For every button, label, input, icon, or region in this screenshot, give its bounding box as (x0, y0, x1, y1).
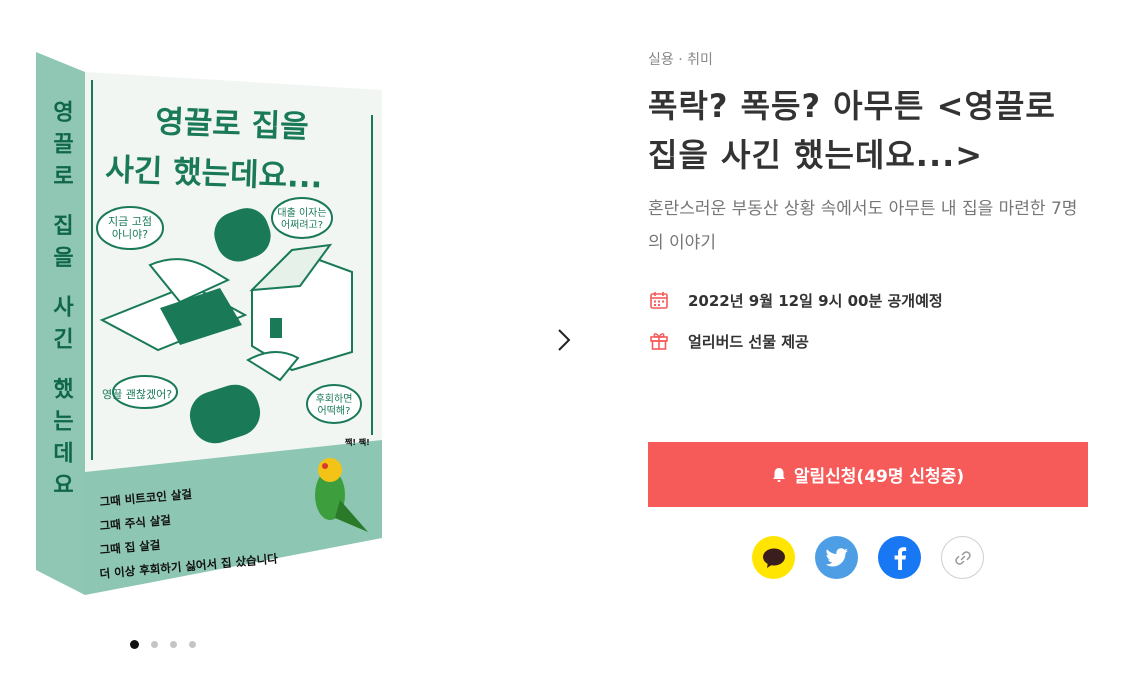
notify-signup-button[interactable]: 알림신청(49명 신청중) (648, 442, 1088, 507)
next-slide-button[interactable] (548, 322, 580, 358)
schedule-text: 2022년 9월 12일 9시 00분 공개예정 (688, 291, 943, 310)
carousel-dot[interactable] (130, 640, 139, 649)
carousel-dot[interactable] (151, 641, 158, 648)
link-chain-icon (954, 550, 971, 565)
facebook-share-button[interactable] (878, 536, 921, 579)
notify-signup-label: 알림신청(49명 신청중) (793, 467, 965, 487)
bubble-line: 어쩌려고? (281, 219, 323, 231)
product-info: 실용 · 취미 폭락? 폭등? 아무튼 <영끌로 집을 사긴 했는데요...> … (648, 48, 1088, 370)
bird-chirp: 짹! 짹! (345, 437, 370, 447)
category-label: 실용 · 취미 (648, 52, 713, 68)
gift-text: 얼리버드 선물 제공 (688, 332, 809, 351)
cover-bubble-1: 지금 고점 아니야? (108, 215, 152, 241)
twitter-share-button[interactable] (815, 536, 858, 579)
carousel-dot[interactable] (170, 641, 177, 648)
gift-icon (648, 330, 670, 352)
cover-bubble-4: 후회하면 어떡해? (316, 392, 353, 417)
calendar-icon (648, 289, 670, 311)
cover-bubble-3: 영끌 괜찮겠어? (102, 388, 172, 401)
product-subtitle: 혼란스러운 부동산 상황 속에서도 아무튼 내 집을 마련한 7명의 이야기 (648, 199, 1078, 253)
product-title: 폭락? 폭등? 아무튼 <영끌로 집을 사긴 했는데요...> (648, 87, 1056, 174)
carousel-dots (130, 640, 196, 649)
schedule-row: 2022년 9월 12일 9시 00분 공개예정 (648, 288, 1088, 312)
twitter-bird-icon (825, 547, 848, 566)
gift-row: 얼리버드 선물 제공 (648, 329, 1088, 353)
spine-text: 영끌로 집을 사긴 했는데요 (49, 100, 74, 505)
product-meta: 2022년 9월 12일 9시 00분 공개예정 얼리버드 선물 제공 (648, 288, 1088, 353)
facebook-f-icon (894, 546, 906, 570)
chevron-right-icon (558, 329, 571, 351)
bell-icon (772, 467, 786, 483)
carousel-dot[interactable] (189, 641, 196, 648)
book-gallery: 영끌로 집을 사긴 했는데요 영끌로 집을 사긴 했는데요... 지금 고점 아니… (0, 0, 600, 679)
bubble-line: 후회하면 (316, 392, 353, 405)
share-buttons (752, 536, 984, 579)
cover-title-line2: 사긴 했는데요... (105, 152, 323, 196)
copy-link-button[interactable] (941, 536, 984, 579)
book-cover-image: 영끌로 집을 사긴 했는데요 영끌로 집을 사긴 했는데요... 지금 고점 아니… (36, 52, 382, 595)
cover-title-line1: 영끌로 집을 (155, 104, 310, 145)
bubble-line: 대출 이자는 (277, 207, 326, 219)
bubble-line: 어떡해? (318, 404, 351, 417)
kakao-talk-icon (762, 548, 785, 568)
bubble-line: 지금 고점 (108, 215, 152, 228)
kakao-share-button[interactable] (752, 536, 795, 579)
bubble-line: 아니야? (112, 228, 148, 241)
